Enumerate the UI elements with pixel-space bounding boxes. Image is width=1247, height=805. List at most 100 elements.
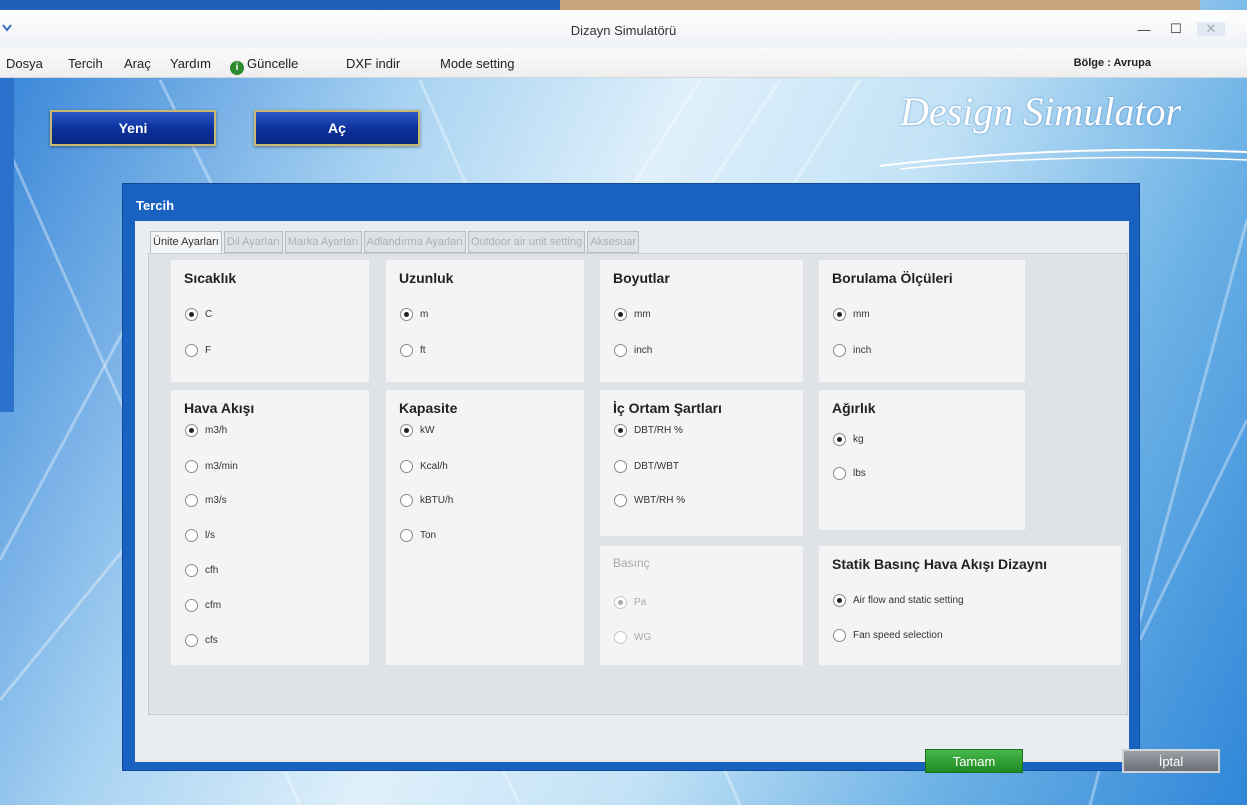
radio-dot — [185, 344, 198, 357]
radio-label: cfh — [205, 565, 219, 576]
menu-dxf-indir[interactable]: DXF indir — [346, 56, 400, 71]
tab-naming-settings[interactable]: Adlandırma Ayarları — [363, 231, 466, 253]
group-title: Borulama Ölçüleri — [832, 270, 953, 286]
radio-airflow-cfs[interactable]: cfs — [185, 634, 218, 647]
radio-dot — [400, 308, 413, 321]
menu-mode-setting[interactable]: Mode setting — [440, 56, 514, 71]
group-title: Sıcaklık — [184, 270, 237, 286]
radio-dot — [833, 467, 846, 480]
radio-dot — [614, 494, 627, 507]
radio-dot — [614, 596, 627, 609]
radio-dot — [614, 344, 627, 357]
radio-fan-speed-selection[interactable]: Fan speed selection — [833, 629, 943, 642]
title-bar: Dizayn Simulatörü — ☐ ✕ — [0, 10, 1247, 48]
tab-accessory[interactable]: Aksesuar — [587, 231, 640, 253]
group-title: İç Ortam Şartları — [613, 400, 722, 416]
radio-dot — [833, 629, 846, 642]
brand-swoosh — [880, 148, 1247, 170]
tab-unit-settings[interactable]: Ünite Ayarları — [150, 231, 222, 253]
radio-airflow-ls[interactable]: l/s — [185, 529, 215, 542]
dialog-body: Ünite Ayarları Dil Ayarları Marka Ayarla… — [135, 221, 1220, 773]
radio-fahrenheit[interactable]: F — [185, 344, 211, 357]
radio-pipe-inch[interactable]: inch — [833, 344, 871, 357]
maximize-icon[interactable]: ☐ — [1165, 21, 1187, 36]
radio-pressure-wg: WG — [614, 631, 651, 644]
tab-outdoor-air-unit[interactable]: Outdoor air unit setting — [467, 231, 586, 253]
group-statik: Statik Basınç Hava Akışı Dizaynı Air flo… — [819, 546, 1121, 665]
close-icon[interactable]: ✕ — [1197, 21, 1225, 36]
update-info-icon: i — [230, 61, 244, 75]
radio-dot — [400, 460, 413, 473]
menu-dosya[interactable]: Dosya — [6, 56, 43, 71]
radio-label: kg — [853, 434, 864, 445]
tab-brand-settings[interactable]: Marka Ayarları — [284, 231, 362, 253]
radio-dot — [400, 344, 413, 357]
open-button[interactable]: Aç — [254, 110, 420, 146]
radio-feet[interactable]: ft — [400, 344, 426, 357]
radio-airflow-cfh[interactable]: cfh — [185, 564, 218, 577]
radio-capacity-kcalh[interactable]: Kcal/h — [400, 460, 448, 473]
radio-dim-mm[interactable]: mm — [614, 308, 651, 321]
ok-button[interactable]: Tamam — [925, 749, 1023, 773]
radio-dot — [185, 564, 198, 577]
minimize-icon[interactable]: — — [1133, 22, 1155, 37]
radio-label: WG — [634, 632, 652, 643]
group-ic-ortam: İç Ortam Şartları DBT/RH % DBT/WBT WBT/R… — [600, 390, 803, 536]
radio-indoor-dbt-wbt[interactable]: DBT/WBT — [614, 460, 679, 473]
group-title: Kapasite — [399, 400, 458, 416]
radio-dot — [185, 599, 198, 612]
radio-meter[interactable]: m — [400, 308, 428, 321]
radio-dot — [833, 344, 846, 357]
radio-pipe-mm[interactable]: mm — [833, 308, 870, 321]
tab-language-settings[interactable]: Dil Ayarları — [223, 231, 283, 253]
region-label: Bölge : Avrupa — [1073, 57, 1151, 69]
radio-airflow-cfm[interactable]: cfm — [185, 599, 221, 612]
radio-dot — [185, 494, 198, 507]
radio-dot — [614, 308, 627, 321]
radio-capacity-kbtuh[interactable]: kBTU/h — [400, 494, 453, 507]
radio-airflow-static-setting[interactable]: Air flow and static setting — [833, 594, 964, 607]
dialog-title: Tercih — [136, 198, 175, 213]
preferences-dialog: Tercih Ünite Ayarları Dil Ayarları Marka… — [122, 183, 1220, 773]
radio-airflow-m3h[interactable]: m3/h — [185, 424, 227, 437]
cancel-button[interactable]: İptal — [1122, 749, 1220, 773]
radio-dot — [185, 308, 198, 321]
radio-label: lbs — [853, 468, 866, 479]
radio-label: C — [205, 309, 213, 320]
radio-label: inch — [634, 345, 653, 356]
menu-yardim[interactable]: Yardım — [170, 56, 211, 71]
radio-label: m3/min — [205, 461, 238, 472]
new-button[interactable]: Yeni — [50, 110, 216, 146]
radio-capacity-kw[interactable]: kW — [400, 424, 434, 437]
radio-weight-kg[interactable]: kg — [833, 433, 864, 446]
radio-label: Kcal/h — [420, 461, 448, 472]
radio-celsius[interactable]: C — [185, 308, 212, 321]
radio-airflow-m3min[interactable]: m3/min — [185, 460, 238, 473]
radio-label: DBT/RH % — [634, 425, 683, 436]
group-uzunluk: Uzunluk m ft — [386, 260, 584, 382]
radio-label: DBT/WBT — [634, 461, 679, 472]
radio-label: ft — [420, 345, 426, 356]
radio-label: m — [420, 309, 429, 320]
menu-tercih[interactable]: Tercih — [68, 56, 103, 71]
radio-capacity-ton[interactable]: Ton — [400, 529, 436, 542]
radio-indoor-wbt-rh[interactable]: WBT/RH % — [614, 494, 685, 507]
group-title: Uzunluk — [399, 270, 454, 286]
menu-arac[interactable]: Araç — [124, 56, 151, 71]
group-title: Boyutlar — [613, 270, 670, 286]
brand-logo: Design Simulator — [900, 89, 1182, 134]
radio-weight-lbs[interactable]: lbs — [833, 467, 866, 480]
group-title: Hava Akışı — [184, 400, 255, 416]
unit-settings-panel: Sıcaklık C F Uzunluk m ft Boyutlar mm in… — [148, 253, 1128, 715]
radio-label: cfm — [205, 600, 222, 611]
radio-label: Fan speed selection — [853, 630, 943, 641]
radio-indoor-dbt-rh[interactable]: DBT/RH % — [614, 424, 683, 437]
group-boyutlar: Boyutlar mm inch — [600, 260, 803, 382]
radio-dot — [614, 631, 627, 644]
radio-dot — [833, 594, 846, 607]
group-basinc: Basınç Pa WG — [600, 546, 803, 665]
radio-airflow-m3s[interactable]: m3/s — [185, 494, 227, 507]
menu-guncelle[interactable]: i Güncelle — [230, 56, 298, 75]
radio-dot — [833, 308, 846, 321]
radio-dim-inch[interactable]: inch — [614, 344, 652, 357]
